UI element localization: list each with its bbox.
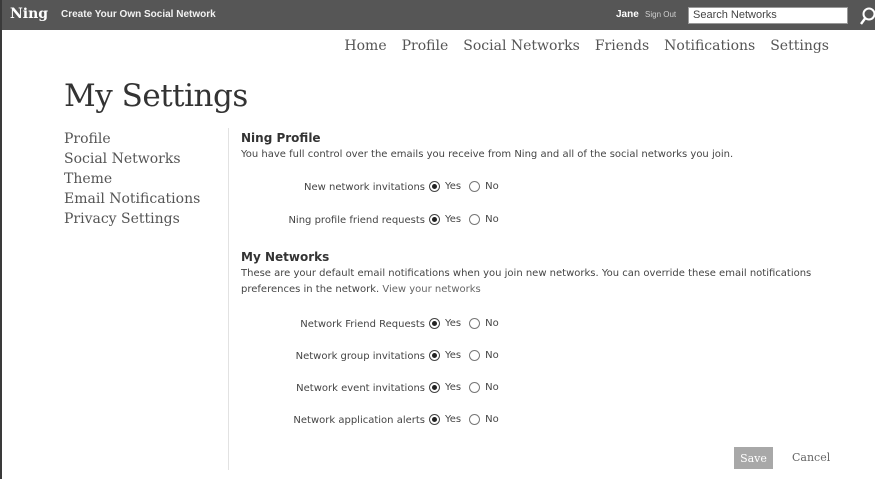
yes-label: Yes xyxy=(445,214,462,225)
option-row-network-event-invitations: Network event invitations Yes No xyxy=(241,382,841,398)
view-networks-link[interactable]: View your networks xyxy=(382,284,480,295)
menu-item-social-networks[interactable]: Social Networks xyxy=(64,149,200,169)
ning-profile-heading: Ning Profile xyxy=(241,131,321,145)
my-networks-heading: My Networks xyxy=(241,250,330,264)
yes-label: Yes xyxy=(445,181,462,192)
option-row-network-friend-requests: Network Friend Requests Yes No xyxy=(241,318,841,334)
no-label: No xyxy=(485,414,499,425)
nav-friends[interactable]: Friends xyxy=(595,38,649,54)
radio-group: Yes No xyxy=(429,382,507,393)
no-label: No xyxy=(485,350,499,361)
yes-radio[interactable] xyxy=(429,350,440,361)
menu-item-profile[interactable]: Profile xyxy=(64,129,200,149)
radio-group: Yes No xyxy=(429,181,507,192)
create-network-link[interactable]: Create Your Own Social Network xyxy=(61,9,216,20)
yes-radio[interactable] xyxy=(429,414,440,425)
search-icon[interactable] xyxy=(859,6,875,26)
my-networks-text: These are your default email notificatio… xyxy=(241,268,812,295)
option-label: Network group invitations xyxy=(295,351,425,362)
save-button[interactable]: Save xyxy=(734,447,773,469)
nav-settings[interactable]: Settings xyxy=(770,38,829,54)
option-row-ning-profile-friend-requests: Ning profile friend requests Yes No xyxy=(241,214,841,230)
menu-item-email-notifications[interactable]: Email Notifications xyxy=(64,189,200,209)
option-label: Network Friend Requests xyxy=(300,319,425,330)
ning-profile-description: You have full control over the emails yo… xyxy=(241,149,734,160)
no-radio[interactable] xyxy=(469,214,481,225)
radio-group: Yes No xyxy=(429,350,507,361)
option-row-new-network-invitations: New network invitations Yes No xyxy=(241,181,841,197)
sign-out-link[interactable]: Sign Out xyxy=(645,10,676,19)
menu-divider xyxy=(228,128,229,470)
nav-social-networks[interactable]: Social Networks xyxy=(463,38,580,54)
no-radio[interactable] xyxy=(469,318,481,329)
cancel-button[interactable]: Cancel xyxy=(792,451,830,464)
main-nav: Home Profile Social Networks Friends Not… xyxy=(344,38,829,54)
settings-menu: Profile Social Networks Theme Email Noti… xyxy=(64,129,200,229)
nav-home[interactable]: Home xyxy=(344,38,386,54)
option-label: Ning profile friend requests xyxy=(288,215,425,226)
option-label: New network invitations xyxy=(303,182,425,193)
window-edge xyxy=(0,0,2,479)
nav-profile[interactable]: Profile xyxy=(402,38,449,54)
page-title: My Settings xyxy=(64,78,248,114)
nav-notifications[interactable]: Notifications xyxy=(664,38,755,54)
yes-radio[interactable] xyxy=(429,318,440,329)
yes-radio[interactable] xyxy=(429,181,440,192)
yes-radio[interactable] xyxy=(429,214,440,225)
my-networks-description: These are your default email notificatio… xyxy=(241,266,841,298)
yes-label: Yes xyxy=(445,382,462,393)
radio-group: Yes No xyxy=(429,318,507,329)
yes-radio[interactable] xyxy=(429,382,440,393)
menu-item-theme[interactable]: Theme xyxy=(64,169,200,189)
yes-label: Yes xyxy=(445,318,462,329)
no-label: No xyxy=(485,318,499,329)
no-radio[interactable] xyxy=(469,181,481,192)
yes-label: Yes xyxy=(445,350,462,361)
no-label: No xyxy=(485,214,499,225)
radio-group: Yes No xyxy=(429,414,507,425)
radio-group: Yes No xyxy=(429,214,507,225)
option-label: Network application alerts xyxy=(293,415,425,426)
option-label: Network event invitations xyxy=(296,383,425,394)
no-label: No xyxy=(485,181,499,192)
no-radio[interactable] xyxy=(469,414,481,425)
option-row-network-group-invitations: Network group invitations Yes No xyxy=(241,350,841,366)
no-radio[interactable] xyxy=(469,350,481,361)
ning-logo[interactable]: Ning xyxy=(10,6,48,22)
no-label: No xyxy=(485,382,499,393)
yes-label: Yes xyxy=(445,414,462,425)
username-link[interactable]: Jane xyxy=(616,9,639,20)
option-row-network-application-alerts: Network application alerts Yes No xyxy=(241,414,841,430)
menu-item-privacy-settings[interactable]: Privacy Settings xyxy=(64,209,200,229)
search-input[interactable]: Search Networks xyxy=(688,7,848,24)
no-radio[interactable] xyxy=(469,382,481,393)
top-bar: Ning Create Your Own Social Network Jane… xyxy=(2,0,875,30)
